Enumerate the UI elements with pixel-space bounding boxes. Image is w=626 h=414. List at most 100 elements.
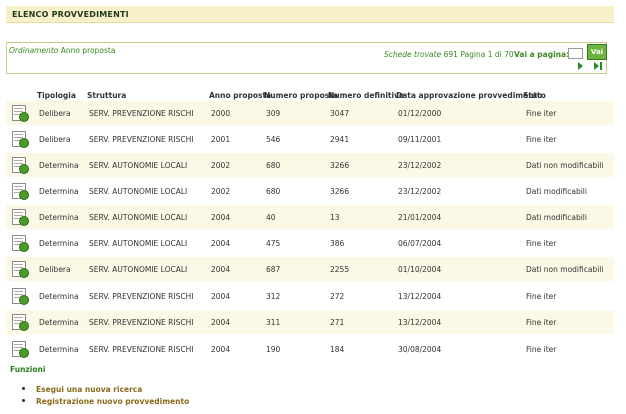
- cell-data: 09/11/2001: [398, 135, 442, 144]
- cell-struttura: SERV. AUTONOMIE LOCALI: [89, 213, 188, 222]
- cell-numero-proposta: 680: [266, 187, 281, 196]
- cell-numero-proposta: 687: [266, 265, 281, 274]
- cell-struttura: SERV. AUTONOMIE LOCALI: [89, 161, 188, 170]
- table-row[interactable]: Determina SERV. AUTONOMIE LOCALI 2004 47…: [6, 231, 614, 255]
- cell-struttura: SERV. PREVENZIONE RISCHI: [89, 318, 194, 327]
- table-row[interactable]: Determina SERV. PREVENZIONE RISCHI 2004 …: [6, 337, 614, 361]
- col-numero-definitivo[interactable]: Numero definitivo: [328, 91, 404, 100]
- pager-panel: Ordinamento Anno proposta Schede trovate…: [6, 42, 607, 74]
- sort-info: Ordinamento Anno proposta: [9, 46, 115, 55]
- cell-numero-proposta: 546: [266, 135, 281, 144]
- cell-tipologia: Delibera: [39, 135, 71, 144]
- col-numero-proposta[interactable]: Numero proposta: [264, 91, 338, 100]
- cell-numero-proposta: 680: [266, 161, 281, 170]
- cell-struttura: SERV. PREVENZIONE RISCHI: [89, 292, 194, 301]
- cell-numero-proposta: 311: [266, 318, 281, 327]
- page-label: Pagina: [460, 50, 486, 59]
- cell-numero-definitivo: 13: [330, 213, 340, 222]
- col-anno-proposta[interactable]: Anno proposta: [209, 91, 271, 100]
- found-label: Schede trovate: [384, 50, 442, 59]
- new-search-label[interactable]: Esegui una nuova ricerca: [36, 385, 142, 394]
- bullet-icon: [22, 387, 25, 390]
- cell-anno: 2004: [211, 345, 231, 354]
- document-icon[interactable]: [12, 235, 29, 252]
- cell-struttura: SERV. AUTONOMIE LOCALI: [89, 239, 188, 248]
- cell-struttura: SERV. PREVENZIONE RISCHI: [89, 345, 194, 354]
- new-provision-label[interactable]: Registrazione nuovo provvedimento: [36, 397, 189, 406]
- document-icon[interactable]: [12, 341, 29, 358]
- bullet-icon: [22, 399, 25, 402]
- document-icon[interactable]: [12, 183, 29, 200]
- cell-data: 23/12/2002: [398, 187, 442, 196]
- go-button[interactable]: Vai: [587, 44, 607, 60]
- cell-numero-definitivo: 271: [330, 318, 345, 327]
- cell-anno: 2004: [211, 239, 231, 248]
- goto-page-label: Vai a pagina:: [514, 50, 570, 59]
- document-icon[interactable]: [12, 261, 29, 278]
- cell-data: 06/07/2004: [398, 239, 442, 248]
- sort-label: Ordinamento: [9, 46, 59, 55]
- cell-tipologia: Determina: [39, 239, 79, 248]
- cell-numero-definitivo: 3266: [330, 161, 350, 170]
- cell-data: 21/01/2004: [398, 213, 442, 222]
- page-current: 1: [487, 50, 493, 59]
- cell-data: 13/12/2004: [398, 292, 442, 301]
- cell-struttura: SERV. PREVENZIONE RISCHI: [89, 135, 194, 144]
- goto-page-input[interactable]: [568, 48, 583, 59]
- cell-data: 01/12/2000: [398, 109, 442, 118]
- cell-struttura: SERV. PREVENZIONE RISCHI: [89, 109, 194, 118]
- cell-tipologia: Determina: [39, 345, 79, 354]
- cell-stato: Fine iter: [526, 109, 557, 118]
- document-icon[interactable]: [12, 131, 29, 148]
- col-tipologia[interactable]: Tipologia: [37, 91, 76, 100]
- cell-anno: 2004: [211, 213, 231, 222]
- cell-tipologia: Determina: [39, 292, 79, 301]
- found-count: 691: [443, 50, 458, 59]
- results-info: Schede trovate 691 Pagina 1 di 70: [384, 50, 514, 59]
- cell-data: 23/12/2002: [398, 161, 442, 170]
- table-row[interactable]: Determina SERV. AUTONOMIE LOCALI 2004 40…: [6, 205, 614, 229]
- cell-numero-definitivo: 2941: [330, 135, 350, 144]
- document-icon[interactable]: [12, 314, 29, 331]
- cell-numero-definitivo: 3266: [330, 187, 350, 196]
- col-data-approvazione[interactable]: Data approvazione provvedimento: [396, 91, 542, 100]
- table-row[interactable]: Determina SERV. PREVENZIONE RISCHI 2004 …: [6, 284, 614, 308]
- cell-tipologia: Determina: [39, 318, 79, 327]
- table-row[interactable]: Determina SERV. AUTONOMIE LOCALI 2002 68…: [6, 153, 614, 177]
- cell-numero-definitivo: 2255: [330, 265, 350, 274]
- cell-stato: Dati modificabili: [526, 213, 587, 222]
- table-row[interactable]: Delibera SERV. PREVENZIONE RISCHI 2001 5…: [6, 127, 614, 151]
- cell-stato: Dati non modificabili: [526, 161, 604, 170]
- cell-numero-definitivo: 272: [330, 292, 345, 301]
- cell-anno: 2004: [211, 265, 231, 274]
- table-row[interactable]: Determina SERV. PREVENZIONE RISCHI 2004 …: [6, 310, 614, 334]
- sort-value[interactable]: Anno proposta: [61, 46, 116, 55]
- cell-numero-definitivo: 3047: [330, 109, 350, 118]
- cell-numero-proposta: 309: [266, 109, 281, 118]
- arrow-last-icon[interactable]: [594, 62, 599, 70]
- col-stato[interactable]: Stato: [523, 91, 546, 100]
- arrow-right-icon[interactable]: [578, 62, 583, 70]
- page-of: di: [494, 50, 502, 59]
- document-icon[interactable]: [12, 105, 29, 122]
- cell-anno: 2001: [211, 135, 231, 144]
- table-row[interactable]: Delibera SERV. AUTONOMIE LOCALI 2004 687…: [6, 257, 614, 281]
- document-icon[interactable]: [12, 157, 29, 174]
- table-row[interactable]: Determina SERV. AUTONOMIE LOCALI 2002 68…: [6, 179, 614, 203]
- cell-anno: 2002: [211, 161, 231, 170]
- document-icon[interactable]: [12, 288, 29, 305]
- cell-stato: Fine iter: [526, 318, 557, 327]
- cell-stato: Dati non modificabili: [526, 265, 604, 274]
- cell-stato: Fine iter: [526, 292, 557, 301]
- document-icon[interactable]: [12, 209, 29, 226]
- cell-struttura: SERV. AUTONOMIE LOCALI: [89, 265, 188, 274]
- page-total: 70: [504, 50, 514, 59]
- cell-tipologia: Delibera: [39, 109, 71, 118]
- table-row[interactable]: Delibera SERV. PREVENZIONE RISCHI 2000 3…: [6, 101, 614, 125]
- cell-numero-definitivo: 184: [330, 345, 345, 354]
- cell-data: 30/08/2004: [398, 345, 442, 354]
- cell-tipologia: Determina: [39, 213, 79, 222]
- cell-anno: 2000: [211, 109, 231, 118]
- cell-numero-proposta: 312: [266, 292, 281, 301]
- col-struttura[interactable]: Struttura: [87, 91, 126, 100]
